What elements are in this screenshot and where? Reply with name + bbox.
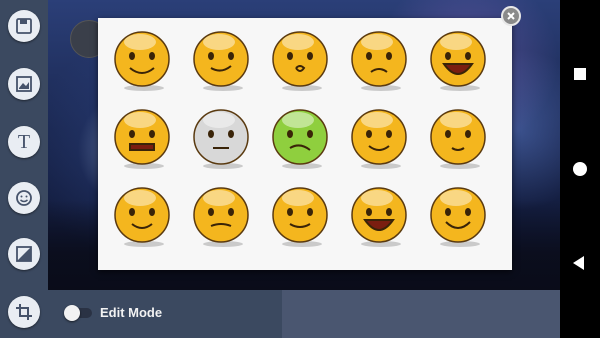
crop-icon [16,304,32,320]
sticker-11[interactable] [110,184,174,248]
smile-emoji-icon [430,187,486,247]
skull-emoji-icon [193,109,249,169]
bottom-bar-right [282,290,560,338]
save-button[interactable] [8,10,40,42]
emoji-icon [16,190,32,206]
sticker-14[interactable] [347,184,411,248]
sticker-4[interactable] [347,28,411,92]
laughing-squint-emoji-icon [430,31,486,91]
drooling-emoji-icon [351,109,407,169]
crying-emoji-icon [351,31,407,91]
crop-button[interactable] [8,296,40,328]
sticker-2[interactable] [189,28,253,92]
emoji-button[interactable] [8,182,40,214]
sticker-10[interactable] [426,106,490,170]
text-button[interactable]: T [8,126,40,158]
grimacing-emoji-icon [114,109,170,169]
text-icon: T [17,131,31,153]
sticker-6[interactable] [110,106,174,170]
close-icon [507,12,515,20]
sticker-13[interactable] [268,184,332,248]
sticker-7[interactable] [189,106,253,170]
winking-emoji-icon [193,31,249,91]
toggle-knob [64,305,80,321]
photo-editor-screen: T Edit Mode [0,0,600,338]
devil-emoji-icon [193,187,249,247]
edit-mode-toggle[interactable] [64,305,94,321]
left-toolbar: T [0,0,48,338]
sweating-smile-emoji-icon [114,31,170,91]
sticker-8[interactable] [268,106,332,170]
dizzy-emoji-icon [430,109,486,169]
image-button[interactable] [8,68,40,100]
zombie-emoji-icon [272,109,328,169]
sticker-9[interactable] [347,106,411,170]
sticker-1[interactable] [110,28,174,92]
trash-can-emoji-icon [272,187,328,247]
image-icon [16,76,32,92]
back-button[interactable] [573,256,584,270]
recents-button[interactable] [574,68,586,80]
sticker-picker-panel [98,18,512,270]
eraser-button[interactable] [8,238,40,270]
big-grin-emoji-icon [351,187,407,247]
save-icon [16,18,32,34]
close-button[interactable] [501,6,521,26]
sticker-15[interactable] [426,184,490,248]
headphones-emoji-icon [114,187,170,247]
sticker-5[interactable] [426,28,490,92]
eraser-icon [16,246,32,262]
edit-mode-label: Edit Mode [100,305,163,320]
surprised-emoji-icon [272,31,328,91]
home-button[interactable] [573,162,587,176]
sticker-12[interactable] [189,184,253,248]
sticker-3[interactable] [268,28,332,92]
